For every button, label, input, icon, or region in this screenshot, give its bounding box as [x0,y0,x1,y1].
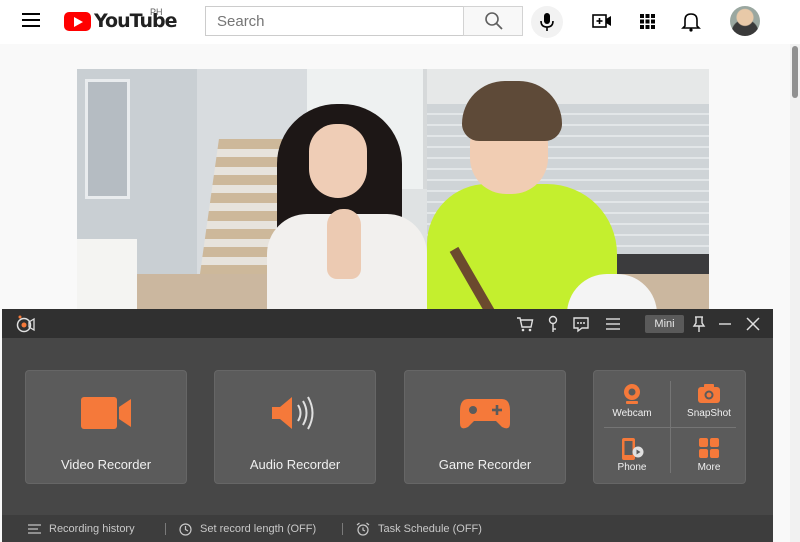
video-scene-door [85,79,130,199]
video-camera-icon [81,397,131,429]
person-left-face [309,124,367,198]
gamepad-icon [460,399,510,429]
more-tools-button[interactable]: More [671,427,747,483]
recorder-titlebar[interactable]: Mini [2,309,773,338]
snapshot-button[interactable]: SnapShot [671,373,747,429]
task-schedule-label: Task Schedule (OFF) [378,523,482,535]
voice-search-button[interactable] [531,6,563,38]
phone-mirror-icon [622,438,644,460]
youtube-play-icon [64,11,91,31]
game-recorder-label: Game Recorder [438,457,532,472]
search-button[interactable] [463,6,523,36]
tools-panel: Webcam SnapShot Phone More [593,370,746,484]
more-grid-icon [699,438,719,458]
webcam-button[interactable]: Webcam [594,373,670,429]
notifications-bell-icon[interactable] [680,10,702,32]
mini-mode-button[interactable]: Mini [645,315,684,333]
recorder-logo-icon[interactable] [15,314,35,334]
footer-separator [165,523,166,535]
speaker-icon [272,396,314,430]
youtube-logo-text: YouTube [94,10,177,32]
menu-icon[interactable] [22,13,40,27]
video-scene-cabinet [77,239,137,309]
search-icon [485,12,503,30]
recording-history-label: Recording history [49,523,135,535]
create-video-icon[interactable] [591,10,613,32]
phone-label: Phone [617,462,647,473]
shopping-cart-icon[interactable] [516,315,534,333]
search-input[interactable] [205,6,464,36]
microphone-icon [540,13,554,31]
key-icon[interactable] [544,315,562,333]
alarm-clock-icon [356,522,370,536]
person-left-hands [327,209,361,279]
video-player[interactable] [77,69,709,309]
menu-lines-icon[interactable] [604,315,622,333]
set-record-length-button[interactable]: Set record length (OFF) [179,521,316,537]
recording-history-button[interactable]: Recording history [28,521,135,537]
snapshot-label: SnapShot [687,408,731,419]
page-scrollbar-track[interactable] [790,44,800,542]
page-scrollbar-thumb[interactable] [792,46,798,98]
country-code: PH [150,7,163,17]
audio-recorder-label: Audio Recorder [249,457,341,472]
audio-recorder-button[interactable]: Audio Recorder [214,370,376,484]
game-recorder-button[interactable]: Game Recorder [404,370,566,484]
webcam-label: Webcam [612,408,652,419]
apps-grid-icon[interactable] [636,10,658,32]
webcam-icon [624,384,640,404]
phone-button[interactable]: Phone [594,427,670,483]
more-label: More [697,462,721,473]
screen-recorder-window: Mini Video Recorder Audio Recorder Game … [2,309,773,542]
list-icon [28,524,41,534]
set-record-length-label: Set record length (OFF) [200,523,317,535]
camera-icon [698,384,720,403]
video-recorder-label: Video Recorder [60,457,152,472]
task-schedule-button[interactable]: Task Schedule (OFF) [356,521,482,537]
feedback-chat-icon[interactable] [572,315,590,333]
pin-icon[interactable] [690,315,708,333]
clock-icon [179,522,192,536]
close-icon[interactable] [744,315,762,333]
youtube-header: YouTube PH [0,0,800,44]
recorder-footer: Recording history Set record length (OFF… [2,515,773,542]
minimize-icon[interactable] [716,315,734,333]
video-recorder-button[interactable]: Video Recorder [25,370,187,484]
user-avatar[interactable] [730,6,760,36]
footer-separator [342,523,343,535]
